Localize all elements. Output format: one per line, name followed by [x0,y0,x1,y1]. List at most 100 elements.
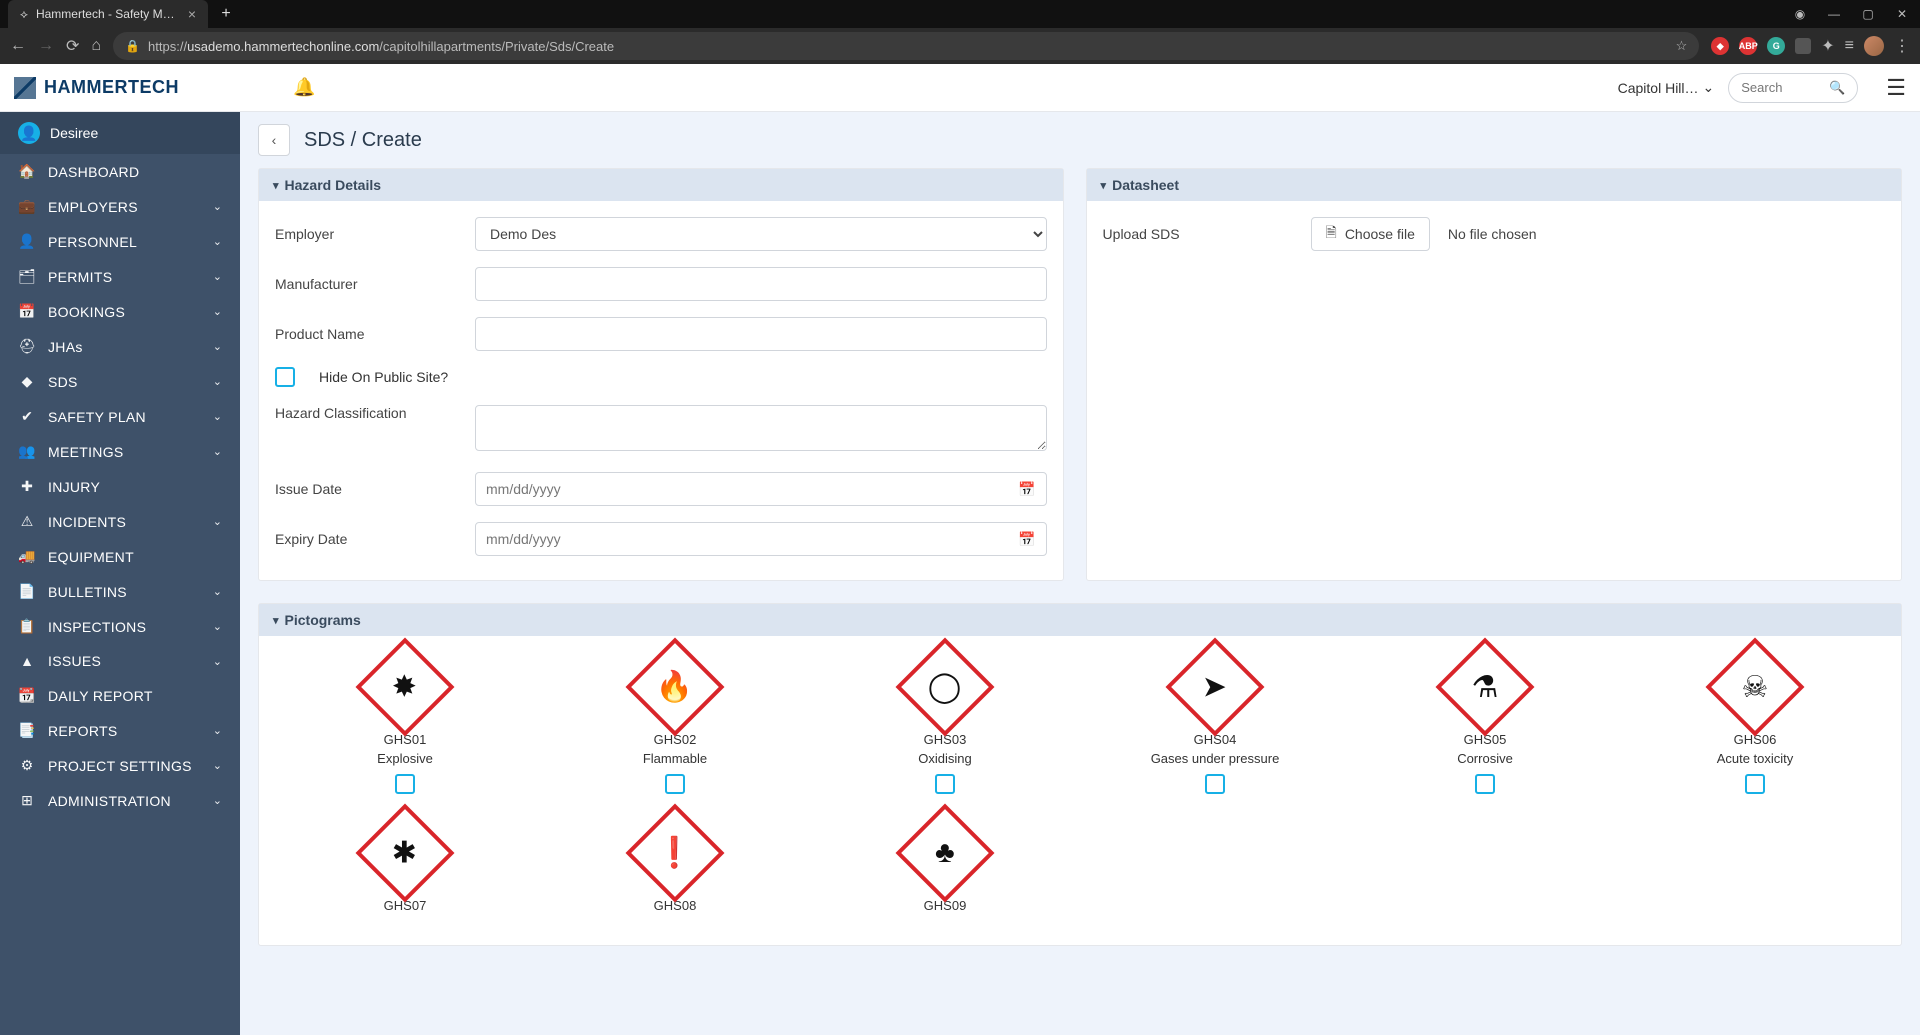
forward-icon[interactable]: → [38,37,54,55]
reading-list-icon[interactable]: ≡ [1845,37,1854,55]
sidebar-item-label: MEETINGS [48,444,201,460]
hazard-class-input[interactable] [475,405,1047,451]
sidebar-item-sds[interactable]: ◆SDS⌄ [0,364,240,399]
tab-close-icon[interactable]: × [188,6,196,22]
choose-file-button[interactable]: 🗎 Choose file [1311,217,1430,251]
product-name-input[interactable] [475,317,1047,351]
admin-icon: ⊞ [18,792,36,809]
card-icon: 🗂 [18,268,36,285]
back-button[interactable]: ‹ [258,124,290,156]
bookmark-star-icon[interactable]: ☆ [1676,38,1688,54]
extension-grammarly[interactable]: G [1767,37,1785,55]
search-input[interactable]: Search 🔍 [1728,73,1858,103]
url-input[interactable]: 🔒 https://usademo.hammertechonline.com/c… [113,32,1699,60]
sidebar-item-dashboard[interactable]: 🏠DASHBOARD [0,154,240,189]
new-tab-button[interactable]: + [214,2,238,26]
sidebar-item-safety-plan[interactable]: ✔SAFETY PLAN⌄ [0,399,240,434]
sidebar-item-bookings[interactable]: 📅BOOKINGS⌄ [0,294,240,329]
sidebar-item-incidents[interactable]: ⚠INCIDENTS⌄ [0,504,240,539]
warning-icon: ⚠ [18,513,36,530]
pictogram-checkbox[interactable] [665,774,685,794]
pictogram-ghs05: ⚗GHS05Corrosive [1355,652,1615,794]
search-placeholder: Search [1741,80,1782,95]
brand-logo[interactable]: HAMMERTECH [14,77,179,99]
panel-header-datasheet[interactable]: ▾ Datasheet [1087,169,1901,201]
page-header: ‹ SDS / Create [258,112,1902,168]
sidebar-item-bulletins[interactable]: 📄BULLETINS⌄ [0,574,240,609]
sidebar-item-issues[interactable]: ▲ISSUES⌄ [0,644,240,678]
employer-select[interactable]: Demo Des [475,217,1047,251]
pictogram-checkbox[interactable] [1475,774,1495,794]
hide-public-checkbox[interactable] [275,367,295,387]
search-icon: 🔍 [1829,80,1845,96]
sidebar-item-administration[interactable]: ⊞ADMINISTRATION⌄ [0,783,240,818]
sidebar-item-personnel[interactable]: 👤PERSONNEL⌄ [0,224,240,259]
pictogram-checkbox[interactable] [1745,774,1765,794]
ghs-diamond-icon: ❗ [626,804,725,903]
caret-down-icon: ▾ [273,179,279,192]
sidebar-item-reports[interactable]: 📑REPORTS⌄ [0,713,240,748]
reload-icon[interactable]: ⟳ [66,36,79,56]
maximize-button[interactable]: ▢ [1858,7,1878,21]
sidebar-item-label: SAFETY PLAN [48,409,201,425]
sidebar-item-label: ADMINISTRATION [48,793,201,809]
sidebar-item-label: INCIDENTS [48,514,201,530]
truck-icon: 🚚 [18,548,36,565]
browser-menu-icon[interactable]: ⋮ [1894,36,1910,56]
chevron-down-icon: ⌄ [1703,79,1715,96]
profile-avatar[interactable] [1864,36,1884,56]
back-icon[interactable]: ← [10,37,26,55]
browser-tab[interactable]: ⟡ Hammertech - Safety Manageme × [8,0,208,28]
issue-date-placeholder: mm/dd/yyyy [486,481,561,497]
chevron-down-icon: ⌄ [213,340,222,353]
brand-mark-icon [14,77,36,99]
sidebar-item-equipment[interactable]: 🚚EQUIPMENT [0,539,240,574]
sidebar-item-employers[interactable]: 💼EMPLOYERS⌄ [0,189,240,224]
chevron-down-icon: ⌄ [213,305,222,318]
sidebar-item-meetings[interactable]: 👥MEETINGS⌄ [0,434,240,469]
extension-tray: ◆ ABP G ✦ ≡ ⋮ [1711,36,1910,56]
panel-header-pictograms[interactable]: ▾ Pictograms [259,604,1901,636]
sidebar-item-daily-report[interactable]: 📆DAILY REPORT [0,678,240,713]
sidebar-item-jhas[interactable]: ⛑JHAs⌄ [0,329,240,364]
sidebar-item-label: JHAs [48,339,201,355]
pictogram-checkbox[interactable] [1205,774,1225,794]
ghs-diamond-icon: ✱ [356,804,455,903]
extension-adblock[interactable]: ABP [1739,37,1757,55]
sidebar-item-permits[interactable]: 🗂PERMITS⌄ [0,259,240,294]
issue-date-input[interactable]: mm/dd/yyyy 📅 [475,472,1047,506]
calendar-icon: 📅 [1018,481,1035,498]
pictogram-ghs06: ☠GHS06Acute toxicity [1625,652,1885,794]
extension-badge-1[interactable]: ◆ [1711,37,1729,55]
hide-public-label: Hide On Public Site? [319,369,448,385]
extension-square-1[interactable] [1795,38,1811,54]
sidebar-item-injury[interactable]: ✚INJURY [0,469,240,504]
minimize-button[interactable]: — [1824,7,1844,21]
sidebar-item-label: PERMITS [48,269,201,285]
pictogram-ghs03: ◯GHS03Oxidising [815,652,1075,794]
sidebar-user[interactable]: 👤 Desiree [0,112,240,154]
sidebar-item-inspections[interactable]: 📋INSPECTIONS⌄ [0,609,240,644]
notifications-icon[interactable]: 🔔 [293,77,315,98]
expiry-date-input[interactable]: mm/dd/yyyy 📅 [475,522,1047,556]
upload-sds-label: Upload SDS [1103,226,1293,242]
close-window-button[interactable]: ✕ [1892,7,1912,21]
person-icon: 👤 [18,233,36,250]
sidebar-item-label: INJURY [48,479,222,495]
ghs-diamond-icon: 🔥 [626,638,725,737]
site-selector[interactable]: Capitol Hill… ⌄ [1618,79,1715,96]
main-menu-icon[interactable]: ☰ [1886,75,1906,101]
chevron-down-icon: ⌄ [213,445,222,458]
briefcase-icon: 💼 [18,198,36,215]
manufacturer-input[interactable] [475,267,1047,301]
extensions-icon[interactable]: ✦ [1821,36,1834,56]
panel-header-hazard[interactable]: ▾ Hazard Details [259,169,1063,201]
home-icon[interactable]: ⌂ [91,37,101,55]
pictogram-checkbox[interactable] [395,774,415,794]
pictogram-checkbox[interactable] [935,774,955,794]
page-title: SDS / Create [304,129,422,152]
ghs-diamond-icon: ➤ [1166,638,1265,737]
chevron-down-icon: ⌄ [213,200,222,213]
pictogram-name: Corrosive [1457,751,1513,766]
sidebar-item-project-settings[interactable]: ⚙PROJECT SETTINGS⌄ [0,748,240,783]
